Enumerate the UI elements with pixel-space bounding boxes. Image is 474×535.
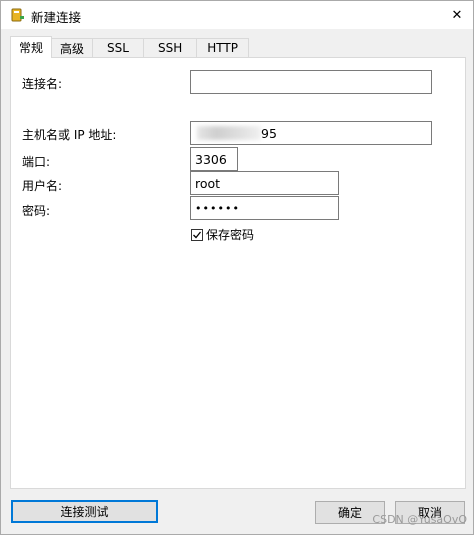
save-password-checkbox[interactable] [191,228,203,241]
password-label: 密码: [22,204,51,218]
tab-general[interactable]: 常规 [10,36,53,58]
host-value-suffix: 95 [261,126,277,141]
host-label: 主机名或 IP 地址: [22,128,117,142]
save-password-label: 保存密码 [206,228,255,242]
username-input[interactable]: root [190,171,339,195]
close-button[interactable]: ✕ [447,5,467,25]
connection-name-label: 连接名: [22,77,63,91]
tab-bar: 常规 高级 SSL SSH HTTP [10,36,249,58]
new-connection-dialog: 新建连接 ✕ 常规 高级 SSL SSH HTTP 连接名: 主机名或 IP 地… [0,0,474,535]
tab-ssl[interactable]: SSL [92,38,144,57]
watermark: CSDN @YusaOvO [372,513,467,526]
port-input[interactable]: 3306 [190,147,238,171]
port-label: 端口: [22,155,51,169]
close-icon: ✕ [451,7,463,23]
tab-advanced[interactable]: 高级 [51,38,94,57]
host-input[interactable]: 95 [190,121,432,145]
password-input[interactable]: •••••• [190,196,339,220]
window-title: 新建连接 [31,10,82,25]
title-bar: 新建连接 ✕ [1,1,473,29]
connection-name-input[interactable] [190,70,432,94]
checkmark-icon [193,231,202,238]
username-label: 用户名: [22,179,63,193]
tab-ssh[interactable]: SSH [142,38,198,57]
test-connection-button[interactable]: 连接测试 [11,500,158,523]
database-plug-icon [9,7,25,23]
tab-http[interactable]: HTTP [196,38,249,57]
redacted-host-blur [197,126,261,140]
save-password-option[interactable]: 保存密码 [191,226,254,243]
general-panel: 连接名: 主机名或 IP 地址: 95 端口: 3306 用户名: root 密… [10,57,466,489]
